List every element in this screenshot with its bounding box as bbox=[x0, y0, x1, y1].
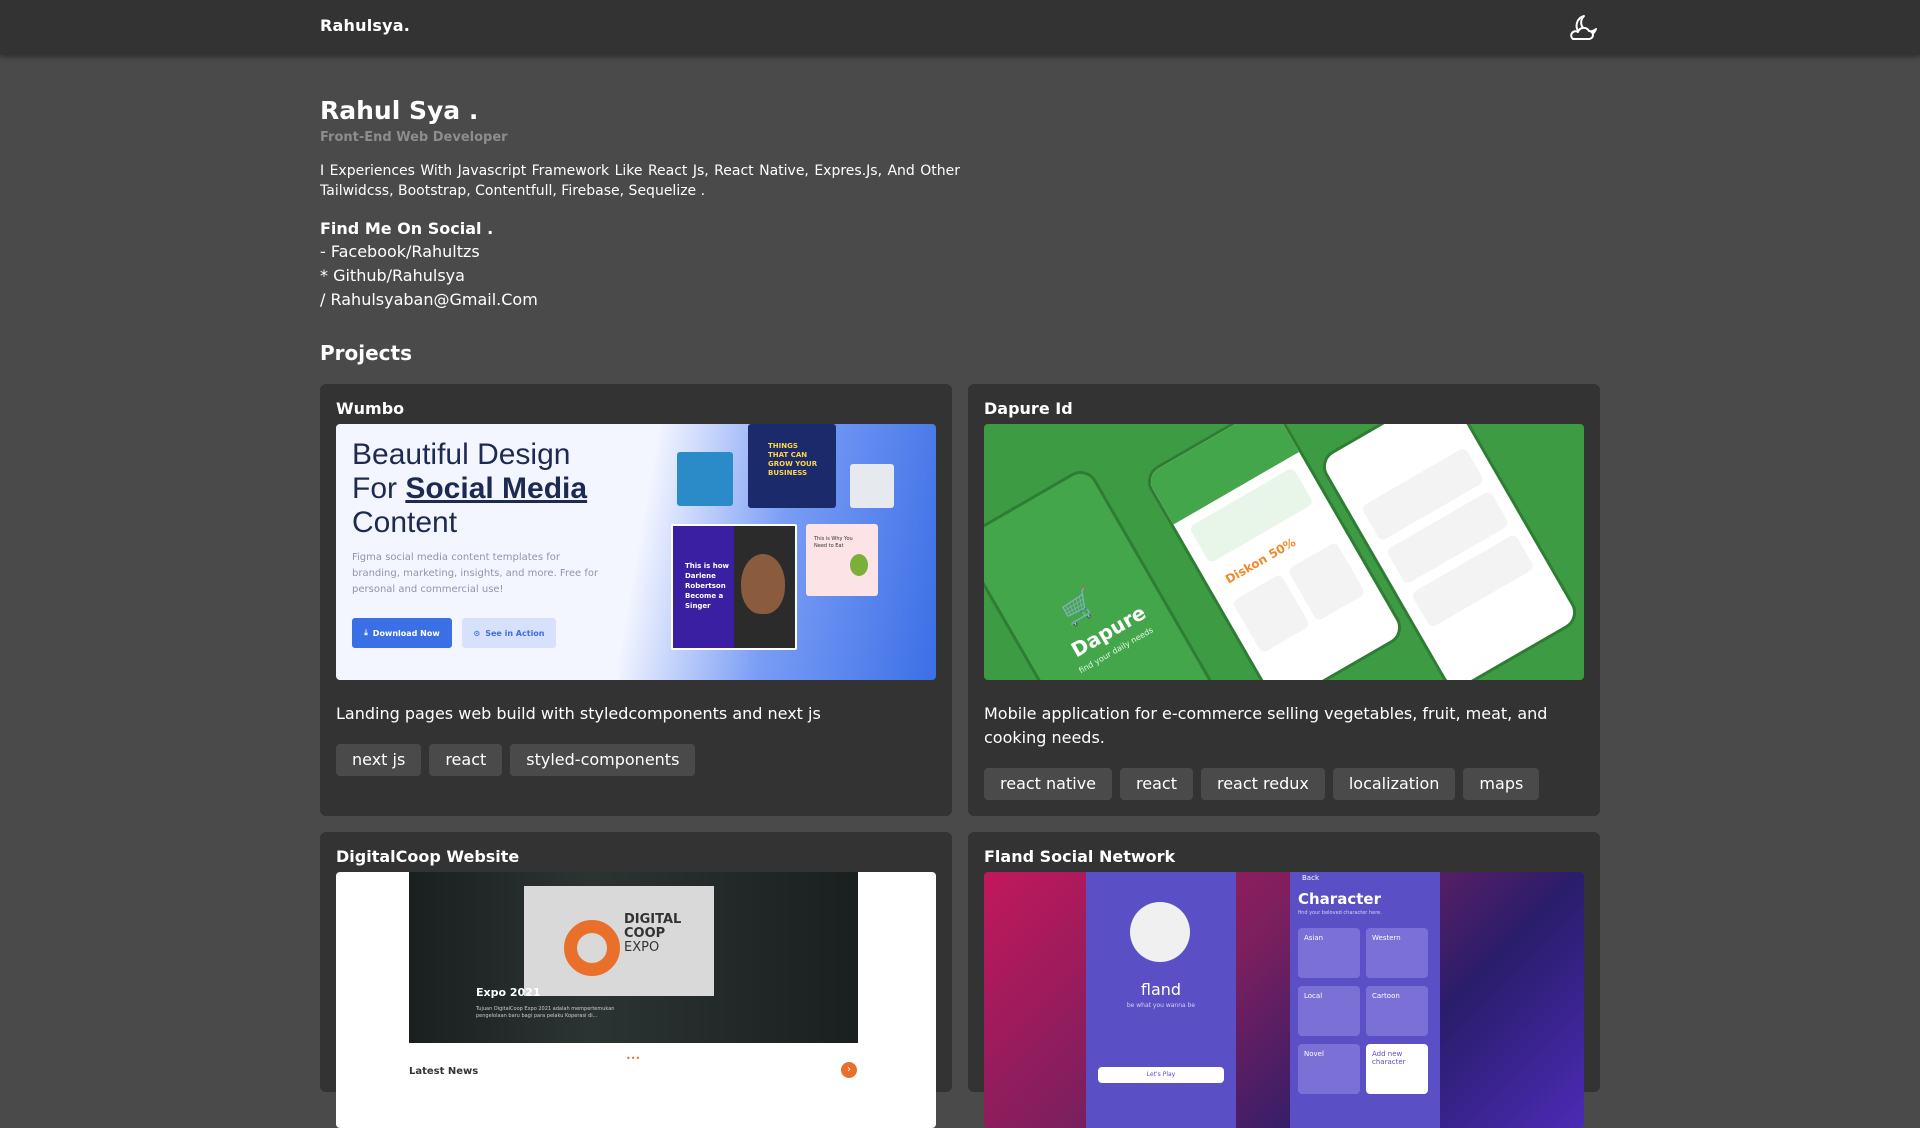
project-card-digitalcoop[interactable]: DigitalCoop Website DIGITAL COOP EXPO Ex… bbox=[320, 832, 952, 1128]
project-title: DigitalCoop Website bbox=[336, 847, 520, 866]
wumbo-action-button: ⊙ See in Action bbox=[462, 618, 556, 648]
project-image-wumbo: Beautiful Design For Social Media Conten… bbox=[336, 424, 936, 680]
project-description: Mobile application for e-commerce sellin… bbox=[984, 704, 1548, 747]
cart-icon: 🛒 bbox=[1055, 584, 1103, 631]
singer-portrait bbox=[741, 554, 785, 614]
coop-carousel-dots: ••• bbox=[626, 1054, 641, 1063]
wumbo-heading-line1: Beautiful Design bbox=[352, 438, 571, 471]
profile-bio: I Experiences With Javascript Framework … bbox=[320, 163, 960, 199]
wumbo-heading-line3: Content bbox=[352, 506, 458, 539]
project-card-wumbo[interactable]: Wumbo Beautiful Design For Social Media … bbox=[320, 384, 952, 816]
project-tags: react native react react redux localizat… bbox=[984, 768, 1540, 800]
tag-react[interactable]: react bbox=[429, 744, 503, 776]
projects-heading: Projects bbox=[320, 341, 413, 365]
main-content: Rahul Sya . Front-End Web Developer I Ex… bbox=[320, 96, 1600, 366]
project-title: Wumbo bbox=[336, 399, 405, 418]
tag-localization[interactable]: localization bbox=[1332, 768, 1456, 800]
project-card-dapure[interactable]: Dapure Id 🛒 Dapure find your daily needs… bbox=[968, 384, 1600, 816]
top-navbar: Rahulsya. bbox=[0, 0, 1920, 55]
play-circle-icon: ⊙ bbox=[473, 628, 481, 638]
wumbo-card-small bbox=[677, 452, 733, 506]
wumbo-card-pale bbox=[850, 464, 894, 508]
coop-latest-news: Latest News bbox=[409, 1066, 479, 1077]
coop-logo-ring bbox=[564, 920, 620, 976]
profile-name: Rahul Sya . bbox=[320, 96, 479, 125]
profile-role: Front-End Web Developer bbox=[320, 130, 508, 145]
social-link-email[interactable]: / Rahulsyaban@Gmail.Com bbox=[320, 288, 1600, 312]
wumbo-body-text: Figma social media content templates for… bbox=[352, 552, 599, 595]
project-description: Landing pages web build with styledcompo… bbox=[336, 704, 821, 723]
social-link-facebook[interactable]: - Facebook/Rahultzs bbox=[320, 240, 1600, 264]
theme-toggle-button[interactable] bbox=[1565, 8, 1603, 46]
social-link-github[interactable]: * Github/Rahulsya bbox=[320, 264, 1600, 288]
fland-phone-character: Back Character find your beloved charact… bbox=[1290, 872, 1440, 1128]
download-icon: ⤓ bbox=[364, 628, 368, 637]
coop-next-arrow-icon: › bbox=[841, 1062, 857, 1078]
project-title: Fland Social Network bbox=[984, 847, 1176, 866]
coop-hero: DIGITAL COOP EXPO Expo 2021 Tujuan Digit… bbox=[409, 872, 858, 1043]
wumbo-card-singer: This is how Darlene Robertson Become a S… bbox=[671, 524, 797, 650]
wumbo-card-business: THINGS THAT CAN GROW YOUR BUSINESS bbox=[748, 424, 836, 508]
project-image-dapure: 🛒 Dapure find your daily needs Diskon 50… bbox=[984, 424, 1584, 680]
moon-cloud-icon bbox=[1570, 15, 1597, 40]
project-tags: next js react styled-components bbox=[336, 744, 696, 776]
avocado-illustration bbox=[850, 554, 868, 576]
fland-phone-login: fland be what you wanna be Let's Play bbox=[1086, 872, 1236, 1128]
project-image-digitalcoop: DIGITAL COOP EXPO Expo 2021 Tujuan Digit… bbox=[336, 872, 936, 1128]
project-title: Dapure Id bbox=[984, 399, 1073, 418]
project-card-fland[interactable]: Fland Social Network fland be what you w… bbox=[968, 832, 1600, 1128]
wumbo-download-button: ⤓ Download Now bbox=[352, 618, 452, 648]
tag-maps[interactable]: maps bbox=[1463, 768, 1540, 800]
mask-logo bbox=[1130, 902, 1190, 962]
wumbo-heading-line2: For Social Media bbox=[352, 472, 588, 505]
tag-react[interactable]: react bbox=[1120, 768, 1193, 800]
brand-logo[interactable]: Rahulsya. bbox=[320, 16, 410, 35]
social-title: Find Me On Social . bbox=[320, 219, 494, 238]
tag-react-redux[interactable]: react redux bbox=[1200, 768, 1325, 800]
tag-next-js[interactable]: next js bbox=[336, 744, 422, 776]
wumbo-card-food: This is Why You Need to Eat bbox=[806, 524, 878, 596]
tag-styled-components[interactable]: styled-components bbox=[510, 744, 696, 776]
tag-react-native[interactable]: react native bbox=[984, 768, 1113, 800]
project-image-fland: fland be what you wanna be Let's Play Ba… bbox=[984, 872, 1584, 1128]
